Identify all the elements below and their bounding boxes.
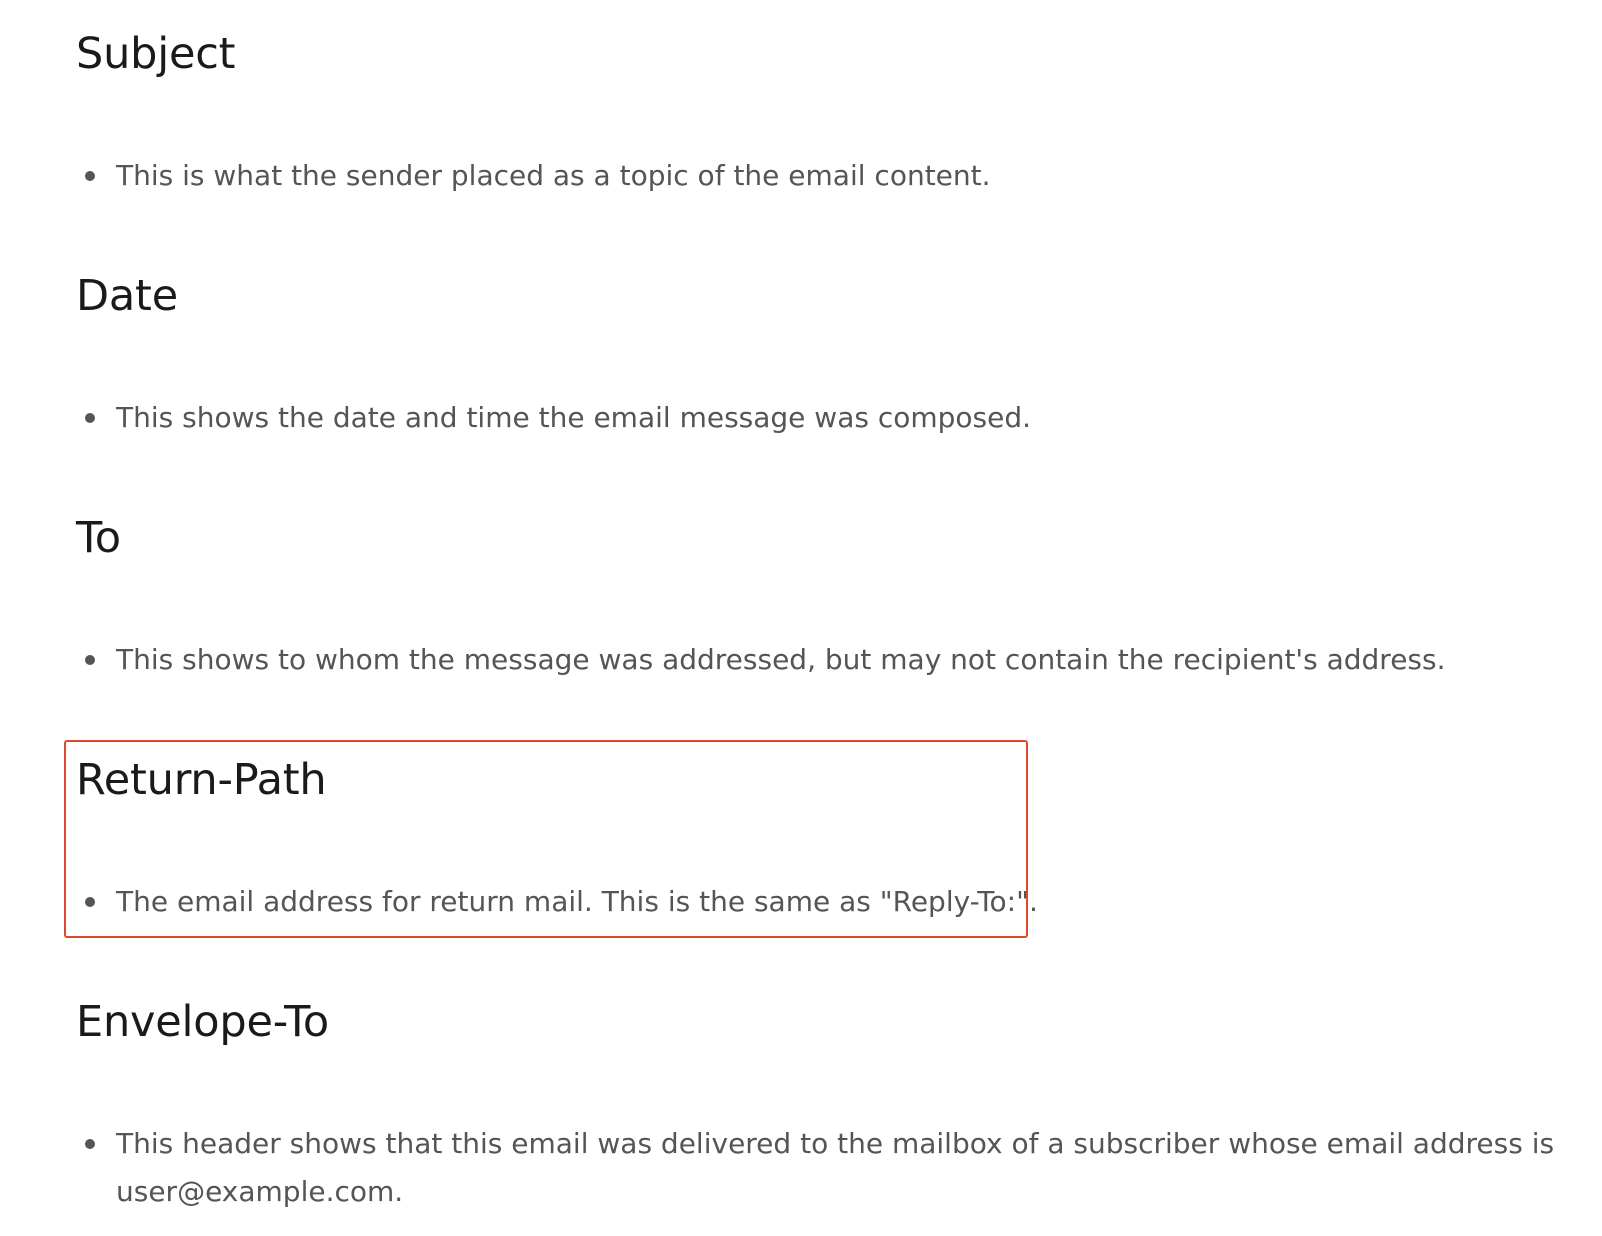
list-item: The email address for return mail. This …: [76, 878, 1556, 926]
bullet-list-subject: This is what the sender placed as a topi…: [76, 152, 1556, 200]
section-title-date: Date: [76, 271, 178, 321]
section-title-return-path: Return-Path: [76, 755, 327, 805]
list-item: This is what the sender placed as a topi…: [76, 152, 1556, 200]
document-page: Subject This is what the sender placed a…: [0, 0, 1602, 1236]
section-envelope-to: Envelope-To This header shows that this …: [76, 996, 1556, 1226]
bullet-dot-icon: [85, 413, 95, 423]
bullet-dot-icon: [85, 655, 95, 665]
bullet-text: This shows the date and time the email m…: [116, 401, 1032, 434]
section-title-to: To: [76, 513, 121, 563]
section-date: Date This shows the date and time the em…: [76, 270, 1556, 470]
bullet-list-to: This shows to whom the message was addre…: [76, 636, 1556, 684]
bullet-text: This header shows that this email was de…: [116, 1127, 1555, 1208]
bullet-dot-icon: [85, 171, 95, 181]
bullet-dot-icon: [85, 897, 95, 907]
list-item: This shows the date and time the email m…: [76, 394, 1556, 442]
bullet-list-return-path: The email address for return mail. This …: [76, 878, 1556, 926]
section-return-path: Return-Path The email address for return…: [76, 754, 1556, 954]
section-title-envelope-to: Envelope-To: [76, 997, 329, 1047]
bullet-text: This is what the sender placed as a topi…: [116, 159, 991, 192]
bullet-dot-icon: [85, 1139, 95, 1149]
bullet-text: The email address for return mail. This …: [116, 885, 1038, 918]
section-title-subject: Subject: [76, 29, 236, 79]
bullet-list-envelope-to: This header shows that this email was de…: [76, 1120, 1556, 1216]
bullet-list-date: This shows the date and time the email m…: [76, 394, 1556, 442]
list-item: This header shows that this email was de…: [76, 1120, 1556, 1216]
section-to: To This shows to whom the message was ad…: [76, 512, 1556, 712]
list-item: This shows to whom the message was addre…: [76, 636, 1556, 684]
bullet-text: This shows to whom the message was addre…: [116, 643, 1446, 676]
section-subject: Subject This is what the sender placed a…: [76, 28, 1556, 228]
